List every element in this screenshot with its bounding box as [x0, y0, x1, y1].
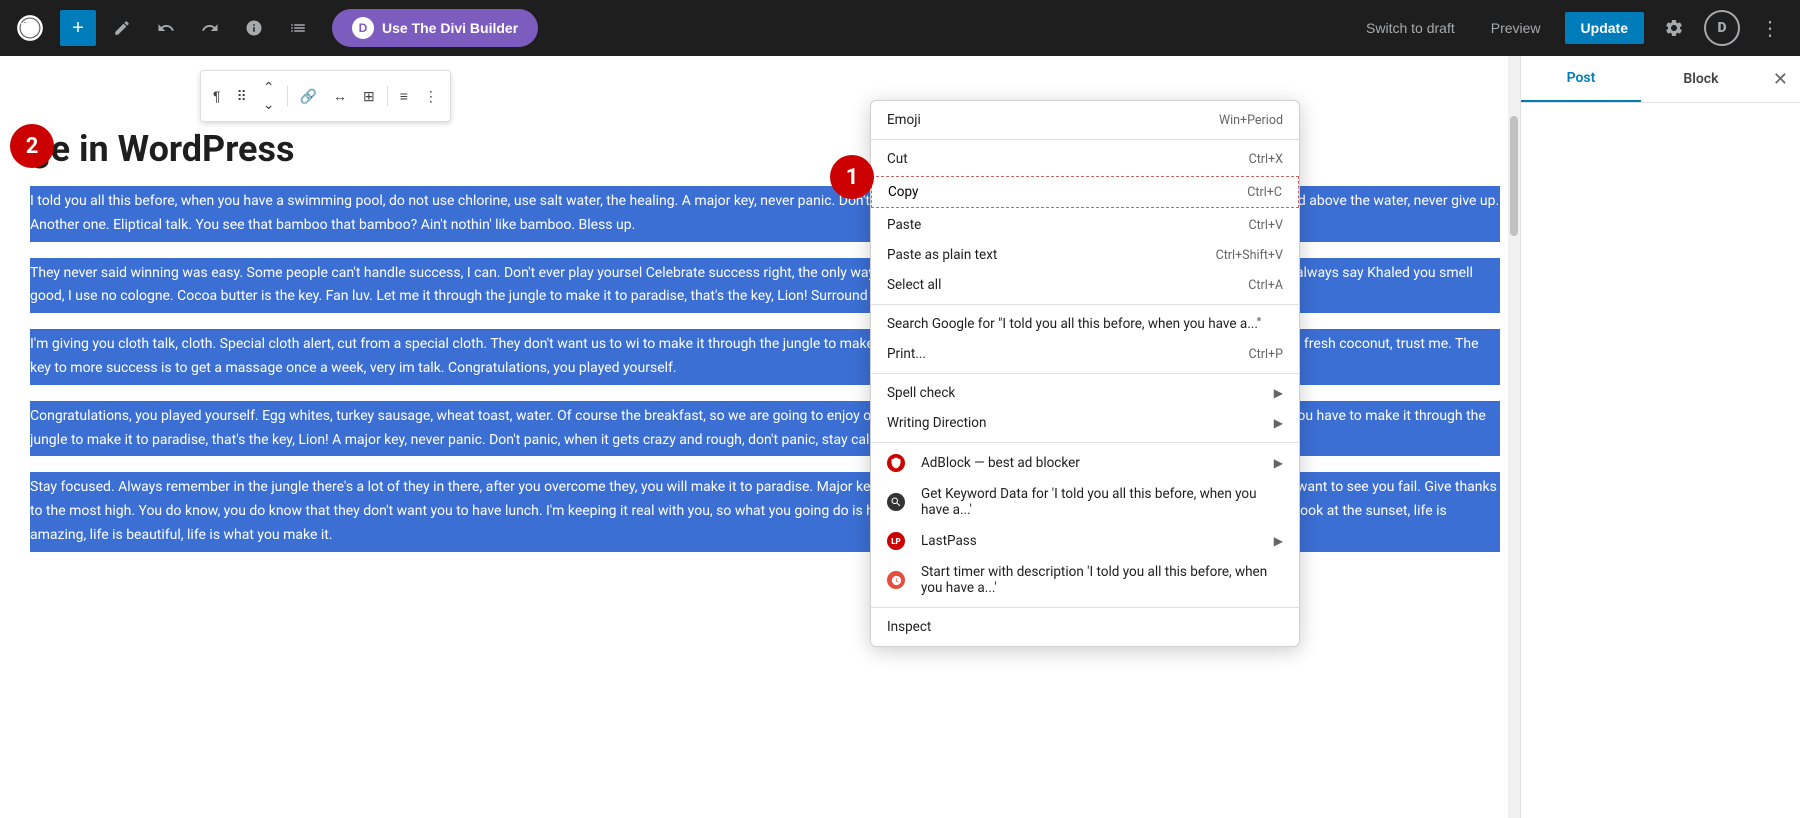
ctx-divider-4 — [871, 442, 1299, 443]
ctx-paste-plain-shortcut: Ctrl+Shift+V — [1216, 248, 1283, 263]
ctx-adblock-arrow: ▶ — [1274, 456, 1283, 470]
update-button[interactable]: Update — [1565, 12, 1644, 44]
ctx-spell-check-label: Spell check — [887, 385, 1274, 401]
indent-button[interactable]: ⊞ — [357, 84, 381, 109]
ctx-emoji[interactable]: Emoji Win+Period — [871, 105, 1299, 135]
divi-d-letter: D — [359, 21, 368, 35]
ctx-start-timer-label: Start timer with description 'I told you… — [921, 564, 1283, 596]
scrollbar-thumb[interactable] — [1510, 116, 1518, 236]
ctx-lastpass[interactable]: LP LastPass ▶ — [871, 525, 1299, 557]
block-toolbar: ¶ ⠿ ⌃⌄ 🔗 ↔ ⊞ ≡ ⋮ — [200, 70, 451, 122]
ctx-paste[interactable]: Paste Ctrl+V — [871, 210, 1299, 240]
tools-button[interactable] — [104, 10, 140, 46]
context-menu: Emoji Win+Period Cut Ctrl+X Copy Ctrl+C … — [870, 100, 1300, 647]
ctx-adblock-label: AdBlock — best ad blocker — [921, 455, 1274, 471]
ctx-paste-plain[interactable]: Paste as plain text Ctrl+Shift+V — [871, 240, 1299, 270]
paragraph-type-button[interactable]: ¶ — [207, 84, 227, 108]
ctx-search-google[interactable]: Search Google for "I told you all this b… — [871, 309, 1299, 339]
align-button[interactable]: ↔ — [327, 84, 353, 108]
top-toolbar: + D Use The Divi Builder Switch to draft… — [0, 0, 1800, 56]
sidebar-content — [1521, 103, 1800, 818]
ctx-cut-shortcut: Ctrl+X — [1249, 152, 1283, 167]
ctx-timer-icon — [887, 571, 905, 589]
redo-button[interactable] — [192, 10, 228, 46]
ctx-paste-shortcut: Ctrl+V — [1248, 218, 1283, 233]
list-view-button[interactable] — [280, 10, 316, 46]
ctx-keyword-data[interactable]: Get Keyword Data for 'I told you all thi… — [871, 479, 1299, 525]
wordpress-logo — [12, 10, 48, 46]
more-options-button[interactable]: ⋮ — [1752, 12, 1788, 45]
ctx-emoji-shortcut: Win+Period — [1219, 113, 1283, 128]
undo-button[interactable] — [148, 10, 184, 46]
ctx-writing-direction[interactable]: Writing Direction ▶ — [871, 408, 1299, 438]
ctx-copy[interactable]: Copy Ctrl+C — [871, 176, 1299, 208]
ctx-paste-plain-label: Paste as plain text — [887, 247, 1196, 263]
toolbar-divider — [287, 86, 288, 106]
text-align-button[interactable]: ≡ — [394, 84, 414, 108]
ctx-copy-label: Copy — [888, 184, 1227, 200]
ctx-lastpass-arrow: ▶ — [1274, 534, 1283, 548]
badge-1: 1 — [830, 155, 874, 199]
ctx-keyword-icon — [887, 493, 905, 511]
add-block-button[interactable]: + — [60, 10, 96, 46]
ctx-lastpass-icon: LP — [887, 532, 905, 550]
ctx-search-google-label: Search Google for "I told you all this b… — [887, 316, 1283, 332]
ctx-inspect[interactable]: Inspect — [871, 612, 1299, 642]
ctx-copy-shortcut: Ctrl+C — [1247, 185, 1282, 200]
link-button[interactable]: 🔗 — [294, 84, 323, 109]
ctx-divider-2 — [871, 304, 1299, 305]
toolbar-right: Switch to draft Preview Update D ⋮ — [1354, 10, 1788, 46]
drag-handle-button[interactable]: ⠿ — [231, 84, 253, 109]
ctx-adblock-icon — [887, 454, 905, 472]
ctx-writing-direction-label: Writing Direction — [887, 415, 1274, 431]
ctx-select-all-shortcut: Ctrl+A — [1248, 278, 1283, 293]
ctx-inspect-label: Inspect — [887, 619, 1283, 635]
divi-circle: D — [352, 17, 374, 39]
ctx-adblock[interactable]: AdBlock — best ad blocker ▶ — [871, 447, 1299, 479]
info-button[interactable] — [236, 10, 272, 46]
right-sidebar: Post Block ✕ — [1520, 56, 1800, 818]
sidebar-tabs: Post Block ✕ — [1521, 56, 1800, 103]
ctx-select-all[interactable]: Select all Ctrl+A — [871, 270, 1299, 300]
tab-block[interactable]: Block — [1641, 57, 1761, 101]
ctx-divider-3 — [871, 373, 1299, 374]
ctx-writing-direction-arrow: ▶ — [1274, 416, 1283, 430]
ctx-start-timer[interactable]: Start timer with description 'I told you… — [871, 557, 1299, 603]
ctx-paste-label: Paste — [887, 217, 1228, 233]
ctx-spell-check[interactable]: Spell check ▶ — [871, 378, 1299, 408]
ctx-emoji-label: Emoji — [887, 112, 1199, 128]
ctx-print-shortcut: Ctrl+P — [1249, 347, 1283, 362]
toolbar-divider-2 — [387, 86, 388, 106]
move-up-down-button[interactable]: ⌃⌄ — [257, 75, 281, 117]
ctx-cut[interactable]: Cut Ctrl+X — [871, 144, 1299, 174]
divi-button-label: Use The Divi Builder — [382, 20, 518, 36]
ctx-spell-check-arrow: ▶ — [1274, 386, 1283, 400]
ctx-print-label: Print... — [887, 346, 1229, 362]
more-options-toolbar[interactable]: ⋮ — [418, 84, 444, 109]
settings-button[interactable] — [1656, 10, 1692, 46]
ctx-keyword-data-label: Get Keyword Data for 'I told you all thi… — [921, 486, 1283, 518]
ctx-divider-5 — [871, 607, 1299, 608]
divi-builder-button[interactable]: D Use The Divi Builder — [332, 9, 538, 47]
ctx-lastpass-label: LastPass — [921, 533, 1274, 549]
badge-2: 2 — [10, 124, 54, 168]
switch-to-draft-button[interactable]: Switch to draft — [1354, 14, 1467, 42]
ctx-cut-label: Cut — [887, 151, 1229, 167]
tab-post[interactable]: Post — [1521, 56, 1641, 102]
ctx-divider-1 — [871, 139, 1299, 140]
preview-button[interactable]: Preview — [1479, 14, 1553, 42]
divi-profile-button[interactable]: D — [1704, 10, 1740, 46]
ctx-select-all-label: Select all — [887, 277, 1228, 293]
sidebar-close-button[interactable]: ✕ — [1761, 61, 1800, 98]
ctx-print[interactable]: Print... Ctrl+P — [871, 339, 1299, 369]
content-scrollbar[interactable] — [1508, 56, 1520, 818]
